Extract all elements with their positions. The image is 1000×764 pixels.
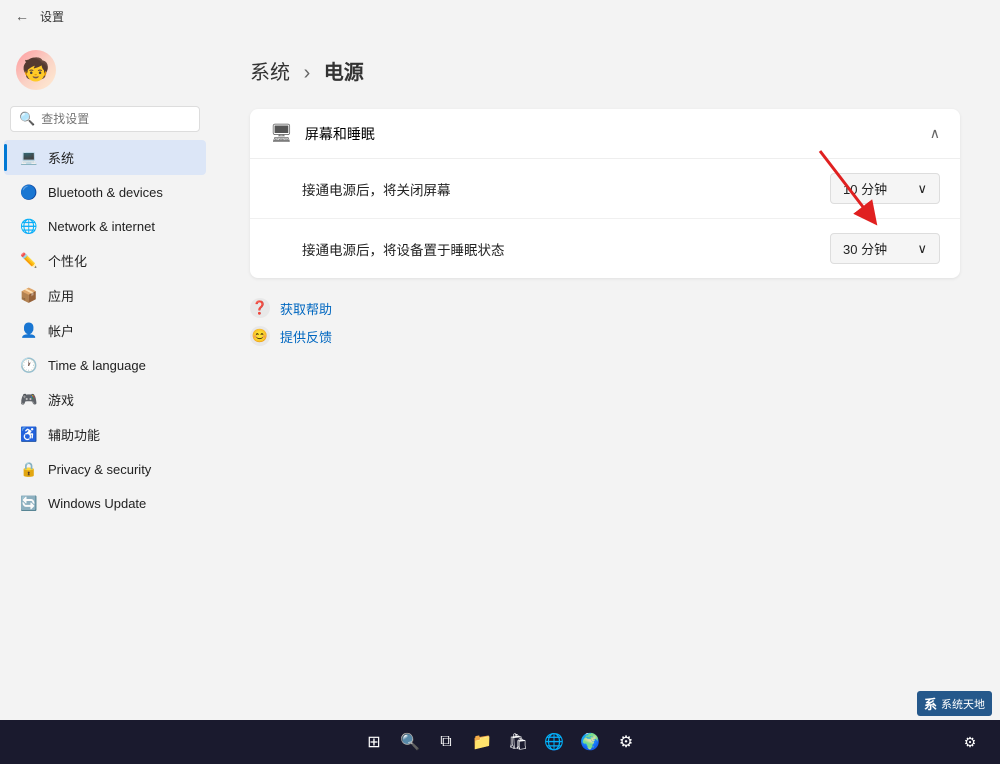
taskbar-center: ⊞ 🔍 ⧉ 📁 🛍 🌐 🌍 ⚙ [359, 727, 641, 757]
taskbar-tray-icon[interactable]: ⚙ [956, 728, 984, 756]
card-header-left: 🖥 屏幕和睡眠 [270, 123, 375, 144]
screen-off-dropdown[interactable]: 10 分钟 ∨ [830, 173, 940, 204]
taskbar: ⊞ 🔍 ⧉ 📁 🛍 🌐 🌍 ⚙ ⚙ [0, 720, 1000, 764]
taskbar-edge-icon[interactable]: 🌍 [575, 727, 605, 757]
breadcrumb-current: 电源 [324, 62, 364, 84]
feedback-label: 提供反馈 [280, 327, 332, 346]
user-avatar-area: 🧒 [0, 40, 210, 106]
bluetooth-icon: 🔵 [20, 183, 38, 201]
sidebar-item-system[interactable]: 💻 系统 [4, 140, 206, 175]
main-layout: 🧒 🔍 💻 系统 🔵 Bluetooth & devices 🌐 Network… [0, 32, 1000, 720]
sidebar-item-network[interactable]: 🌐 Network & internet [4, 209, 206, 243]
time-icon: 🕐 [20, 356, 38, 374]
sleep-value: 30 分钟 [843, 239, 887, 258]
watermark-text: 系统天地 [941, 696, 985, 712]
sidebar-item-gaming[interactable]: 🎮 游戏 [4, 382, 206, 417]
breadcrumb-separator: › [304, 62, 311, 84]
search-box[interactable]: 🔍 [10, 106, 200, 132]
screen-off-value: 10 分钟 [843, 179, 887, 198]
titlebar-title: 设置 [40, 8, 64, 25]
screen-off-label: 接通电源后，将关闭屏幕 [302, 179, 451, 199]
search-input[interactable] [41, 112, 191, 126]
watermark: 系 系统天地 [917, 691, 992, 716]
sidebar-item-time[interactable]: 🕐 Time & language [4, 348, 206, 382]
sidebar-item-update[interactable]: 🔄 Windows Update [4, 486, 206, 520]
help-link[interactable]: ❓ 获取帮助 [250, 298, 960, 318]
feedback-link[interactable]: 😊 提供反馈 [250, 326, 960, 346]
sidebar-item-apps[interactable]: 📦 应用 [4, 278, 206, 313]
sidebar-item-accounts[interactable]: 👤 帐户 [4, 313, 206, 348]
sleep-chevron: ∨ [917, 241, 927, 257]
privacy-icon: 🔒 [20, 460, 38, 478]
personalization-icon: ✏️ [20, 252, 38, 270]
sidebar: 🧒 🔍 💻 系统 🔵 Bluetooth & devices 🌐 Network… [0, 32, 210, 720]
apps-icon: 📦 [20, 287, 38, 305]
content-wrapper: 系统 › 电源 🖥 屏幕和睡眠 [250, 56, 960, 346]
taskbar-taskview-icon[interactable]: ⧉ [431, 727, 461, 757]
links-section: ❓ 获取帮助 😊 提供反馈 [250, 298, 960, 346]
sidebar-item-accessibility[interactable]: ♿ 辅助功能 [4, 417, 206, 452]
sleep-dropdown[interactable]: 30 分钟 ∨ [830, 233, 940, 264]
taskbar-files-icon[interactable]: 📁 [467, 727, 497, 757]
screen-sleep-card: 🖥 屏幕和睡眠 ∧ 接通电源后，将关闭屏幕 10 分钟 ∨ [250, 109, 960, 278]
network-icon: 🌐 [20, 217, 38, 235]
gaming-icon: 🎮 [20, 391, 38, 409]
content-area: 系统 › 电源 🖥 屏幕和睡眠 [210, 32, 1000, 720]
taskbar-windows-icon[interactable]: ⊞ [359, 727, 389, 757]
screen-off-control: 10 分钟 ∨ [830, 173, 940, 204]
feedback-icon: 😊 [250, 326, 270, 346]
accounts-icon: 👤 [20, 322, 38, 340]
update-icon: 🔄 [20, 494, 38, 512]
breadcrumb-parent: 系统 [250, 62, 290, 84]
system-icon: 💻 [20, 149, 38, 167]
help-icon: ❓ [250, 298, 270, 318]
taskbar-settings-icon[interactable]: ⚙ [611, 727, 641, 757]
taskbar-store-icon[interactable]: 🛍 [503, 727, 533, 757]
search-icon: 🔍 [19, 111, 35, 127]
accessibility-icon: ♿ [20, 426, 38, 444]
watermark-logo: 系 [924, 694, 937, 713]
screen-off-row: 接通电源后，将关闭屏幕 10 分钟 ∨ [250, 159, 960, 219]
back-button[interactable]: ← [12, 6, 32, 26]
sidebar-item-personalization[interactable]: ✏️ 个性化 [4, 243, 206, 278]
sleep-label: 接通电源后，将设备置于睡眠状态 [302, 239, 505, 259]
sidebar-item-bluetooth[interactable]: 🔵 Bluetooth & devices [4, 175, 206, 209]
sleep-control: 30 分钟 ∨ [830, 233, 940, 264]
card-section-label: 屏幕和睡眠 [305, 124, 375, 144]
taskbar-right: ⚙ [956, 728, 984, 756]
card-header-screen-sleep[interactable]: 🖥 屏幕和睡眠 ∧ [250, 109, 960, 159]
help-label: 获取帮助 [280, 299, 332, 318]
collapse-chevron-icon: ∧ [930, 125, 940, 142]
sleep-row: 接通电源后，将设备置于睡眠状态 30 分钟 ∨ [250, 219, 960, 278]
titlebar: ← 设置 [0, 0, 1000, 32]
sidebar-item-privacy[interactable]: 🔒 Privacy & security [4, 452, 206, 486]
breadcrumb: 系统 › 电源 [250, 56, 960, 85]
taskbar-chrome-icon[interactable]: 🌐 [539, 727, 569, 757]
screen-off-chevron: ∨ [917, 181, 927, 197]
avatar: 🧒 [16, 50, 56, 90]
screen-icon: 🖥 [270, 123, 293, 144]
taskbar-search-icon[interactable]: 🔍 [395, 727, 425, 757]
